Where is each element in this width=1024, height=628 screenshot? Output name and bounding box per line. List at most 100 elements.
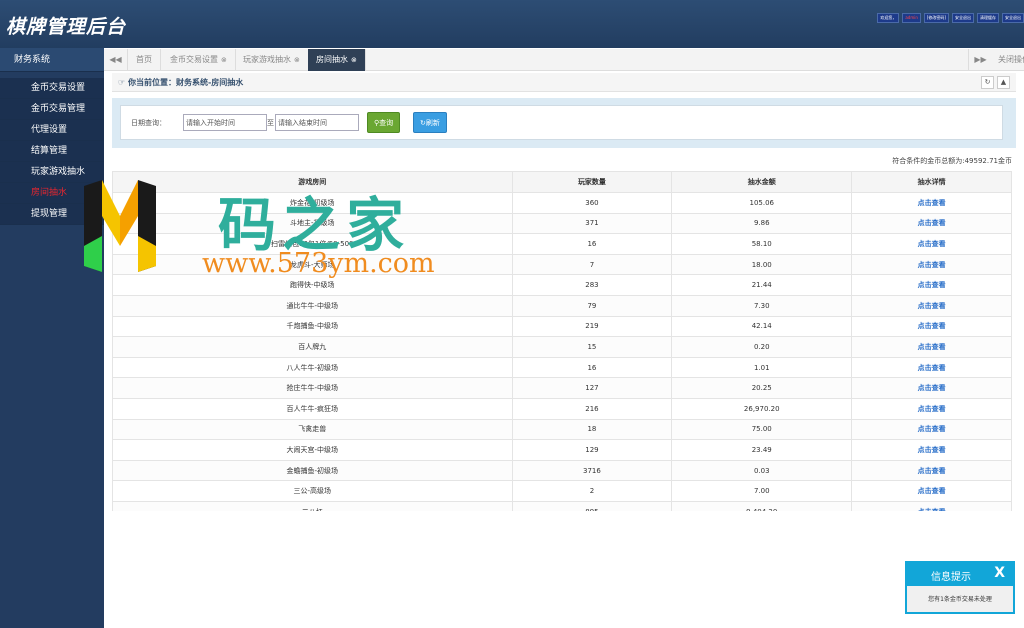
view-detail-link[interactable]: 点击查看 [851,233,1012,255]
cell-players: 2 [511,480,673,502]
refresh-button[interactable]: ↻刷新 [413,112,447,133]
pointer-icon: ☞ [118,78,126,87]
sidebar-item-agent-settings[interactable]: 代理设置 [0,120,104,141]
view-detail-link[interactable]: 点击查看 [851,315,1012,338]
start-date-input[interactable] [183,114,267,131]
refresh-icon[interactable]: ↻ [981,76,994,89]
table-row: 通比牛牛-中级场 79 7.30 点击查看 [112,294,1012,317]
breadcrumb: ☞ 你当前位置：财务系统-房间抽水 [118,78,244,87]
cell-room: 三公-高级场 [112,480,513,502]
close-icon[interactable]: ⊗ [351,56,357,64]
cell-players: 895 [511,500,673,511]
collapse-icon[interactable]: ▲ [997,76,1010,89]
close-icon[interactable]: ⊗ [221,56,227,64]
notification-title: 信息提示 [931,572,971,583]
table-row: 三公-高级场 2 7.00 点击查看 [112,480,1012,502]
view-detail-link[interactable]: 点击查看 [851,253,1012,276]
date-query-label: 日期查询： [131,119,166,127]
cell-rake-amount: 9,404.20 [671,500,853,511]
change-password-link[interactable]: [修改密码] [923,13,949,23]
sidebar-item-room-rake[interactable]: 房间抽水 [0,183,104,204]
notification-popup: 信息提示 X 您有1条金币交易未处理 [905,561,1015,614]
sidebar-section-finance[interactable]: 财务系统 [0,48,104,72]
cell-room: 百人牛牛-疯狂场 [112,397,513,420]
view-detail-link[interactable]: 点击查看 [851,336,1012,358]
cell-room: 抢庄牛牛-中级场 [112,377,513,399]
cell-room: 斗地主-初级场 [112,212,513,235]
column-header-players: 玩家数量 [511,171,673,193]
cell-rake-amount: 9.86 [671,212,853,235]
sidebar-item-player-rake[interactable]: 玩家游戏抽水 [0,162,104,183]
cell-room: 八人牛牛-初级场 [112,356,513,379]
end-date-input[interactable] [275,114,359,131]
clear-cache-link[interactable]: 清理缓存 [977,13,999,23]
view-detail-link[interactable]: 点击查看 [851,480,1012,502]
close-icon[interactable]: ⊗ [294,56,300,64]
cell-room: 飞禽走兽 [112,418,513,441]
tab-room-rake[interactable]: 房间抽水 ⊗ [308,49,366,71]
view-detail-link[interactable]: 点击查看 [851,459,1012,482]
cell-rake-amount: 105.06 [671,192,853,214]
table-row: 百人牛牛-疯狂场 216 26,970.20 点击查看 [112,397,1012,420]
table-row: 大闹天宫-中级场 129 23.49 点击查看 [112,439,1012,461]
cell-players: 127 [511,377,673,399]
view-detail-link[interactable]: 点击查看 [851,212,1012,235]
tab-home[interactable]: 首页 [128,49,161,71]
view-detail-link[interactable]: 点击查看 [851,294,1012,317]
view-detail-link[interactable]: 点击查看 [851,418,1012,441]
cell-rake-amount: 7.00 [671,480,853,502]
cell-room: 跑得快-中级场 [112,274,513,296]
table-row: 金蟾捕鱼-初级场 3716 0.03 点击查看 [112,459,1012,482]
table-row: 跑得快-中级场 283 21.44 点击查看 [112,274,1012,296]
cell-players: 18 [511,418,673,441]
column-header-rake-amount: 抽水金额 [671,171,853,193]
cell-rake-amount: 75.00 [671,418,853,441]
table-row: 扫雷红包10包1倍/50-500 16 58.10 点击查看 [112,233,1012,255]
cell-room: 扫雷红包10包1倍/50-500 [112,233,513,255]
sidebar: 财务系统 金币交易设置 金币交易管理 代理设置 结算管理 玩家游戏抽水 房间抽水… [0,48,104,628]
app-title: 棋牌管理后台 [6,16,127,38]
cell-room: 千炮捕鱼-中级场 [112,315,513,338]
query-button[interactable]: ⚲查询 [367,112,401,133]
cell-rake-amount: 58.10 [671,233,853,255]
cell-rake-amount: 21.44 [671,274,853,296]
view-detail-link[interactable]: 点击查看 [851,356,1012,379]
view-detail-link[interactable]: 点击查看 [851,377,1012,399]
logout-link[interactable]: 安全退出 [952,13,974,23]
tab-bar: ◀◀ 首页 金币交易设置⊗ 玩家游戏抽水⊗ 房间抽水⊗ ▶▶ 关闭操作 [104,49,1024,71]
cell-players: 283 [511,274,673,296]
cell-room: 炸金花-初级场 [112,192,513,214]
cell-rake-amount: 0.03 [671,459,853,482]
view-detail-link[interactable]: 点击查看 [851,274,1012,296]
close-operations-button[interactable]: 关闭操作 [992,49,1024,71]
view-detail-link[interactable]: 点击查看 [851,500,1012,511]
room-rake-table: 游戏房间 玩家数量 抽水金额 抽水详情 炸金花-初级场 360 105.06 点击查看… [112,171,1012,511]
welcome-text: 欢迎您， [877,13,900,23]
cell-rake-amount: 20.25 [671,377,853,399]
sidebar-item-withdraw[interactable]: 提现管理 [0,204,104,225]
top-header: 棋牌管理后台 欢迎您， admin [修改密码] 安全退出 清理缓存 安全退出 [0,0,1024,48]
sidebar-item-settlement[interactable]: 结算管理 [0,141,104,162]
total-gold-text: 符合条件的金币总额为:49592.71金币 [892,157,1012,165]
tab-scroll-left-icon[interactable]: ◀◀ [104,49,128,71]
tab-gold-trade-settings[interactable]: 金币交易设置 ⊗ [162,49,236,71]
close-icon[interactable]: X [994,565,1005,581]
username-link[interactable]: admin [902,13,921,23]
cell-players: 15 [511,336,673,358]
cell-players: 360 [511,192,673,214]
cell-room: 龙虎斗-大师场 [112,253,513,276]
view-detail-link[interactable]: 点击查看 [851,397,1012,420]
sidebar-item-gold-trade-manage[interactable]: 金币交易管理 [0,99,104,120]
tab-player-rake[interactable]: 玩家游戏抽水 ⊗ [235,49,309,71]
logout-link-2[interactable]: 安全退出 [1002,13,1024,23]
tab-scroll-right-icon[interactable]: ▶▶ [968,49,992,71]
notification-message[interactable]: 您有1条金币交易未处理 [907,586,1013,603]
table-row: 炸金花-初级场 360 105.06 点击查看 [112,192,1012,214]
cell-rake-amount: 18.00 [671,253,853,276]
sidebar-item-gold-trade-settings[interactable]: 金币交易设置 [0,78,104,99]
view-detail-link[interactable]: 点击查看 [851,192,1012,214]
view-detail-link[interactable]: 点击查看 [851,439,1012,461]
cell-rake-amount: 23.49 [671,439,853,461]
table-row: 百人牌九 15 0.20 点击查看 [112,336,1012,358]
cell-rake-amount: 0.20 [671,336,853,358]
